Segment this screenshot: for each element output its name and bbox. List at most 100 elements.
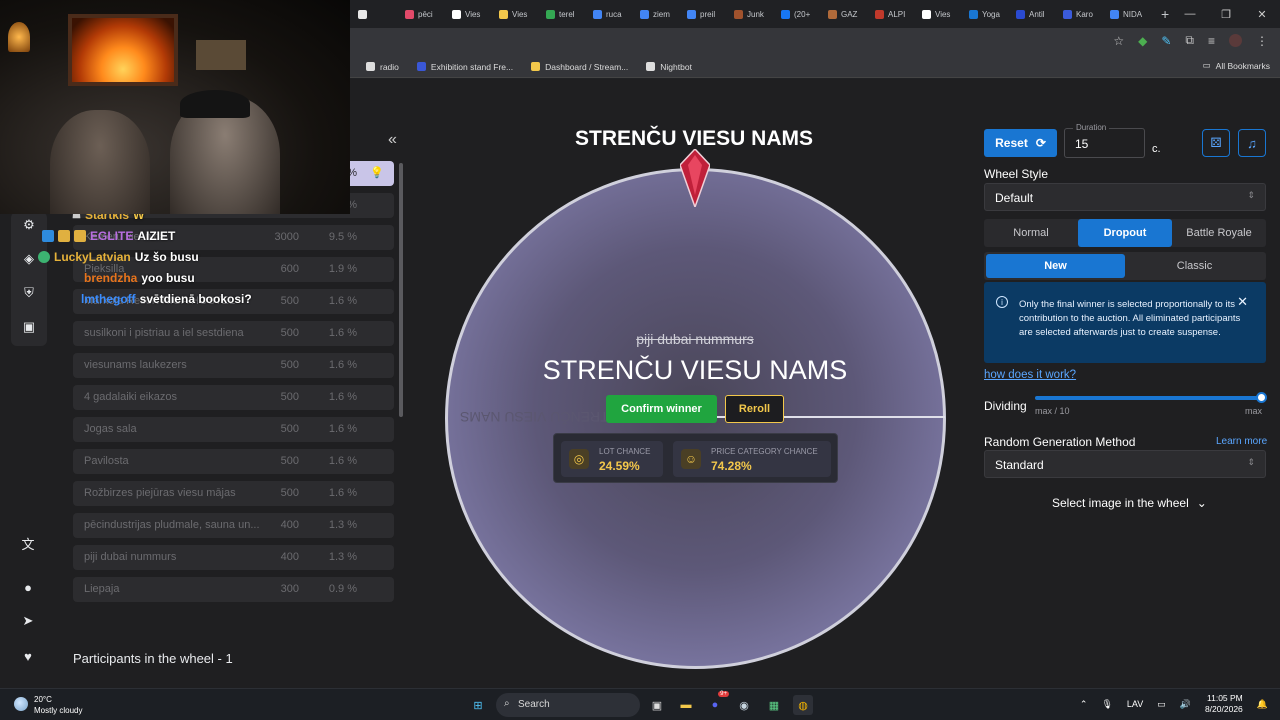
refresh-icon: ⟳ bbox=[1035, 136, 1046, 150]
dice-icon[interactable]: ⚄ bbox=[1202, 129, 1230, 157]
browser-tab[interactable]: pēci bbox=[399, 0, 446, 28]
menu-icon[interactable]: ⋮ bbox=[1256, 34, 1268, 48]
chat-username[interactable]: LuckyLatvian bbox=[54, 250, 131, 264]
maximize-icon[interactable]: ❐ bbox=[1208, 0, 1244, 28]
chevron-down-icon: ⌄ bbox=[1196, 496, 1207, 510]
learn-more-link[interactable]: Learn more bbox=[1216, 436, 1267, 447]
browser-tab[interactable]: ALPI bbox=[869, 0, 916, 28]
browser-tab[interactable]: GAZ bbox=[822, 0, 869, 28]
browser-tab[interactable]: ruca bbox=[587, 0, 634, 28]
notification-icon[interactable]: 🔔 bbox=[1257, 699, 1268, 710]
extension-icon[interactable]: ◆ bbox=[1138, 34, 1147, 48]
dividing-slider[interactable] bbox=[1035, 396, 1261, 400]
browser-tab[interactable]: NIDA bbox=[1104, 0, 1151, 28]
steam-icon[interactable]: ◉ bbox=[734, 695, 754, 715]
bookmark-item[interactable]: Dashboard / Stream... bbox=[531, 62, 628, 72]
chat-username[interactable]: lmthegoff bbox=[81, 292, 136, 306]
close-icon[interactable]: ✕ bbox=[1237, 294, 1248, 310]
github-icon[interactable]: ● bbox=[10, 576, 46, 598]
tab-label: Vies bbox=[935, 9, 951, 19]
duration-unit: c. bbox=[1152, 143, 1161, 155]
participant-row[interactable]: Rožbirzes piejūras viesu mājas 500 1.6 % bbox=[73, 481, 394, 506]
browser-tab[interactable] bbox=[352, 0, 399, 28]
media-icon[interactable]: ≡ bbox=[1208, 34, 1215, 48]
tab-label: Vies bbox=[465, 9, 481, 19]
submode-option[interactable]: New bbox=[986, 254, 1125, 278]
participant-name: pēcindustrijas pludmale, sauna un... bbox=[84, 519, 260, 531]
submode-option[interactable]: Classic bbox=[1125, 254, 1264, 278]
reroll-button[interactable]: Reroll bbox=[725, 395, 784, 423]
participant-row[interactable]: pēcindustrijas pludmale, sauna un... 400 1… bbox=[73, 513, 394, 538]
participant-percent: 1.6 % bbox=[328, 391, 357, 403]
bookmark-item[interactable]: Nightbot bbox=[646, 62, 692, 72]
chat-username[interactable]: brendzha bbox=[84, 271, 137, 285]
video-icon[interactable]: ▣ bbox=[11, 317, 47, 337]
browser-tab[interactable]: Vies bbox=[493, 0, 540, 28]
weather-widget[interactable]: 20°C Mostly cloudy bbox=[14, 694, 82, 716]
browser-tab[interactable]: Karo bbox=[1057, 0, 1104, 28]
how-link[interactable]: how does it work? bbox=[984, 369, 1076, 381]
browser-tab[interactable]: Antil bbox=[1010, 0, 1057, 28]
participant-amount: 500 bbox=[280, 295, 299, 307]
minimize-icon[interactable]: — bbox=[1172, 0, 1208, 28]
participant-row[interactable]: 4 gadalaiki eikazos 500 1.6 % bbox=[73, 385, 394, 410]
wheel-style-select[interactable]: Default ⇕ bbox=[984, 183, 1266, 211]
puzzle-icon[interactable]: ⧉ bbox=[1185, 33, 1194, 48]
star-icon[interactable]: ☆ bbox=[1113, 34, 1124, 48]
scrollbar[interactable] bbox=[399, 163, 403, 417]
chrome-icon[interactable]: ◍ bbox=[793, 695, 813, 715]
browser-tab[interactable]: (20+ bbox=[775, 0, 822, 28]
browser-tab[interactable]: Junk bbox=[728, 0, 775, 28]
mic-icon[interactable]: 🎙 bbox=[1101, 699, 1112, 710]
task-view-icon[interactable]: ▣ bbox=[647, 695, 667, 715]
translate-icon[interactable]: 文 bbox=[10, 532, 46, 554]
participant-row[interactable]: Jogas sala 500 1.6 % bbox=[73, 417, 394, 442]
app-icon[interactable]: ▦ bbox=[764, 695, 784, 715]
monitor-icon[interactable]: ▭ bbox=[1157, 699, 1166, 710]
shield-icon[interactable]: ⛨ bbox=[11, 283, 47, 303]
telegram-icon[interactable]: ➤ bbox=[10, 610, 46, 632]
browser-tab[interactable]: Vies bbox=[446, 0, 493, 28]
tab-favicon-icon bbox=[875, 9, 884, 19]
participant-row[interactable]: Pavilosta 500 1.6 % bbox=[73, 449, 394, 474]
confirm-winner-button[interactable]: Confirm winner bbox=[606, 395, 717, 423]
browser-tab[interactable]: Vies bbox=[916, 0, 963, 28]
new-tab-button[interactable]: + bbox=[1161, 6, 1169, 22]
select-image-toggle[interactable]: Select image in the wheel ⌄ bbox=[1052, 496, 1207, 510]
reset-button[interactable]: Reset ⟳ bbox=[984, 129, 1057, 157]
volume-icon[interactable]: 🔊 bbox=[1180, 699, 1191, 710]
mode-option[interactable]: Battle Royale bbox=[1172, 219, 1266, 247]
all-bookmarks[interactable]: ▭ All Bookmarks bbox=[1203, 60, 1270, 71]
participant-row[interactable]: viesunams laukezers 500 1.6 % bbox=[73, 353, 394, 378]
participant-row[interactable]: susilkoni i pistriau a iel sestdiena 500 1… bbox=[73, 321, 394, 346]
participant-row[interactable]: Liepaja 300 0.9 % bbox=[73, 577, 394, 602]
participant-row[interactable]: piji dubai nummurs 400 1.3 % bbox=[73, 545, 394, 570]
browser-tab[interactable]: ziem bbox=[634, 0, 681, 28]
mode-option[interactable]: Normal bbox=[984, 219, 1078, 247]
lightbulb-icon[interactable]: 💡 bbox=[370, 166, 384, 179]
chevron-up-icon[interactable]: ⌃ bbox=[1080, 699, 1088, 710]
clock[interactable]: 11:05 PM 8/20/2026 bbox=[1205, 693, 1243, 715]
browser-tab[interactable]: terel bbox=[540, 0, 587, 28]
language-indicator[interactable]: LAV bbox=[1127, 699, 1143, 709]
music-icon[interactable]: ♫ bbox=[1238, 129, 1266, 157]
file-explorer-icon[interactable]: ▬ bbox=[676, 695, 696, 715]
bookmark-item[interactable]: radio bbox=[366, 62, 399, 72]
slider-thumb[interactable] bbox=[1256, 392, 1267, 403]
bookmark-item[interactable]: Exhibition stand Fre... bbox=[416, 62, 513, 72]
collapse-sidebar-icon[interactable]: « bbox=[388, 131, 397, 149]
avatar[interactable] bbox=[1229, 34, 1242, 47]
taskbar-search[interactable]: ⌕ Search bbox=[496, 693, 640, 717]
close-icon[interactable]: ✕ bbox=[1244, 0, 1280, 28]
duration-field[interactable]: Duration 15 bbox=[1064, 123, 1145, 158]
browser-tab[interactable]: preil bbox=[681, 0, 728, 28]
discord-icon[interactable]: ● 9+ bbox=[705, 691, 729, 715]
donate-icon[interactable]: ♥ bbox=[10, 645, 46, 667]
browser-tab[interactable]: Yoga bbox=[963, 0, 1010, 28]
chat-username[interactable]: EGLITE bbox=[90, 229, 133, 243]
mode-option[interactable]: Dropout bbox=[1078, 219, 1172, 247]
random-method-select[interactable]: Standard ⇕ bbox=[984, 450, 1266, 478]
windows-start-icon[interactable]: ⊞ bbox=[468, 695, 488, 715]
tab-label: Antil bbox=[1029, 9, 1045, 19]
extension-icon[interactable]: ✎ bbox=[1161, 34, 1171, 48]
